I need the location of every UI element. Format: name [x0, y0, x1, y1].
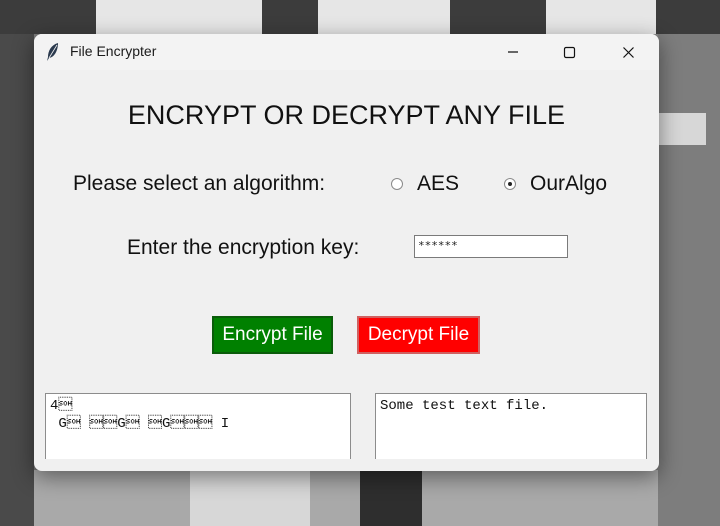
wallpaper-tile: [360, 470, 422, 526]
maximize-button[interactable]: [541, 34, 597, 70]
wallpaper-tile: [96, 0, 262, 34]
key-label: Enter the encryption key:: [127, 236, 360, 259]
title-bar[interactable]: File Encrypter: [34, 34, 659, 70]
encrypt-file-button[interactable]: Encrypt File: [212, 316, 333, 354]
wallpaper-panel: [34, 470, 658, 526]
wallpaper-tile: [546, 0, 656, 34]
close-icon: [622, 46, 635, 59]
maximize-icon: [563, 46, 576, 59]
wallpaper-tile: [658, 113, 706, 145]
file-content-text[interactable]: Some test text file.: [375, 393, 647, 459]
wallpaper-tile: [318, 0, 450, 34]
decrypt-file-button[interactable]: Decrypt File: [357, 316, 480, 354]
encrypted-output-text[interactable]: 4 G G G I: [45, 393, 351, 459]
close-button[interactable]: [600, 34, 656, 70]
feather-icon: [46, 42, 60, 62]
minimize-icon: [507, 46, 519, 58]
radio-ouralgo[interactable]: [504, 178, 516, 190]
algorithm-label: Please select an algorithm:: [73, 172, 326, 195]
radio-ouralgo-label[interactable]: OurAlgo: [530, 172, 607, 196]
app-window: File Encrypter ENCRYPT OR DECRYPT ANY FI…: [34, 34, 659, 471]
radio-aes-label[interactable]: AES: [417, 172, 459, 196]
wallpaper-tile: [190, 470, 310, 526]
minimize-button[interactable]: [485, 34, 541, 70]
radio-aes[interactable]: [391, 178, 403, 190]
wallpaper-panel: [658, 34, 720, 526]
window-title: File Encrypter: [70, 43, 157, 59]
wallpaper-panel: [0, 34, 34, 526]
encryption-key-input[interactable]: ******: [414, 235, 568, 258]
page-title: ENCRYPT OR DECRYPT ANY FILE: [127, 100, 566, 130]
